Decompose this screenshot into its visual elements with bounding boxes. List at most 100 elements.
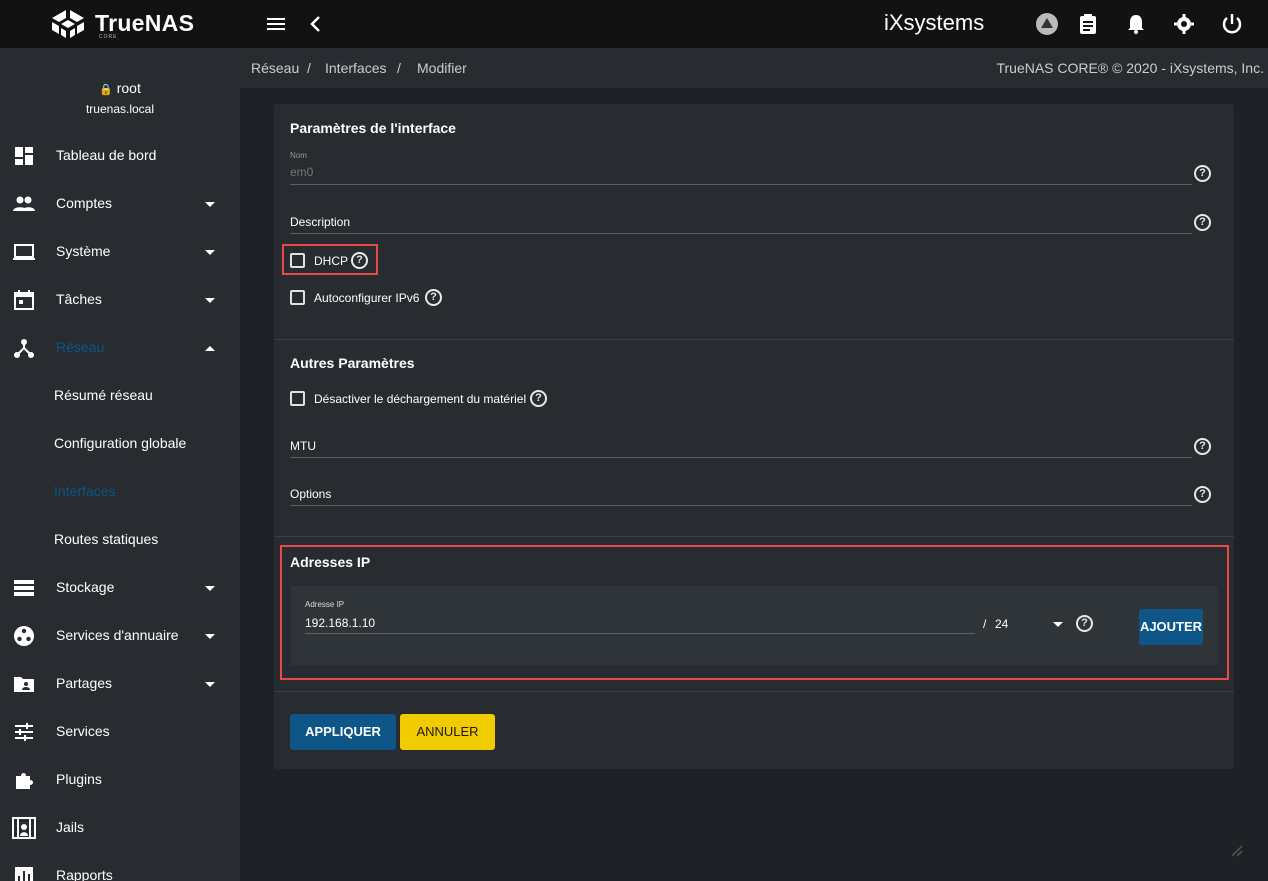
name-underline [290, 184, 1192, 185]
sidebar-item-label: Comptes [56, 195, 113, 211]
menu-icon[interactable] [264, 12, 288, 36]
add-button[interactable]: AJOUTER [1139, 609, 1203, 645]
dhcp-label: DHCP [314, 254, 349, 268]
power-icon[interactable] [1220, 12, 1244, 36]
ip-address-row: Adresse IP 192.168.1.10 / 24 ? AJOUTER [291, 586, 1218, 665]
help-icon[interactable]: ? [1076, 615, 1093, 632]
description-field[interactable]: Description [290, 215, 350, 229]
section-divider [274, 691, 1234, 692]
breadcrumb-separator: / [397, 60, 401, 76]
help-icon[interactable]: ? [425, 289, 442, 306]
interface-form-card: Paramètres de l'interface Nom em0 ? Desc… [274, 104, 1234, 769]
name-field[interactable]: em0 [290, 165, 313, 179]
people-icon [13, 196, 35, 211]
logo-text: TrueNAS [95, 10, 195, 36]
offload-checkbox[interactable] [290, 391, 305, 406]
sidebar-item-label: Interfaces [54, 483, 116, 499]
options-underline [290, 505, 1192, 506]
section-title: Adresses IP [290, 554, 371, 570]
sidebar-item-label: Stockage [56, 579, 115, 595]
ipv6-label: Autoconfigurer IPv6 [314, 291, 420, 305]
cancel-button[interactable]: ANNULER [400, 714, 495, 750]
truenas-logo-icon [52, 10, 84, 38]
sidebar-item-directory-services[interactable]: Services d'annuaire [0, 612, 240, 660]
ipv6-checkbox[interactable] [290, 290, 305, 305]
options-field[interactable]: Options [290, 487, 331, 501]
caret-down-icon [205, 202, 215, 207]
sidebar-item-network[interactable]: Réseau [0, 324, 240, 372]
dhcp-checkbox[interactable] [290, 253, 305, 268]
sidebar-item-label: Tableau de bord [56, 147, 157, 163]
top-bar: TrueNAS CORE iXsystems [0, 0, 1268, 48]
directory-icon [14, 626, 34, 646]
sidebar-item-dashboard[interactable]: Tableau de bord [0, 132, 240, 180]
help-icon[interactable]: ? [1194, 165, 1211, 182]
breadcrumb-item[interactable]: Réseau [251, 60, 299, 76]
sidebar-item-system[interactable]: Système [0, 228, 240, 276]
breadcrumb-separator: / [307, 60, 311, 76]
mtu-underline [290, 457, 1192, 458]
sidebar-item-label: Rapports [56, 867, 113, 881]
name-label: Nom [290, 151, 307, 160]
sidebar-subitem-static-routes[interactable]: Routes statiques [0, 516, 240, 564]
section-title: Autres Paramètres [290, 355, 415, 371]
network-icon [14, 339, 34, 358]
ip-address-input[interactable]: 192.168.1.10 [305, 616, 375, 630]
help-icon[interactable]: ? [530, 390, 547, 407]
sidebar-item-label: Services [56, 723, 110, 739]
help-icon[interactable]: ? [1194, 438, 1211, 455]
caret-up-icon [205, 346, 215, 351]
netmask-separator: / [983, 617, 987, 631]
sidebar-subitem-network-summary[interactable]: Résumé réseau [0, 372, 240, 420]
sidebar-item-services[interactable]: Services [0, 708, 240, 756]
section-title: Paramètres de l'interface [290, 120, 456, 136]
gear-icon[interactable] [1172, 12, 1196, 36]
help-icon[interactable]: ? [1194, 214, 1211, 231]
chevron-left-icon[interactable] [304, 12, 328, 36]
caret-down-icon[interactable] [1053, 622, 1063, 627]
sidebar-item-label: Réseau [56, 339, 105, 355]
caret-down-icon [205, 586, 215, 591]
sidebar-item-reports[interactable]: Rapports [0, 852, 240, 881]
sidebar-item-label: Services d'annuaire [56, 627, 179, 643]
help-icon[interactable]: ? [1194, 486, 1211, 503]
sidebar-item-tasks[interactable]: Tâches [0, 276, 240, 324]
netmask-select[interactable]: 24 [995, 617, 1008, 631]
folder-shared-icon [14, 677, 34, 692]
help-icon[interactable]: ? [351, 252, 368, 269]
breadcrumb-item: Modifier [417, 60, 467, 76]
sidebar-item-plugins[interactable]: Plugins [0, 756, 240, 804]
truecommand-icon[interactable] [1035, 12, 1059, 36]
lock-icon: 🔒 [99, 84, 113, 96]
sidebar-item-label: Jails [56, 819, 85, 835]
caret-down-icon [205, 250, 215, 255]
caret-down-icon [205, 298, 215, 303]
sidebar-item-accounts[interactable]: Comptes [0, 180, 240, 228]
sidebar-item-storage[interactable]: Stockage [0, 564, 240, 612]
truenas-logo[interactable]: TrueNAS CORE [48, 8, 198, 40]
sidebar-subitem-global-config[interactable]: Configuration globale [0, 420, 240, 468]
laptop-icon [13, 244, 35, 260]
sidebar-item-label: Configuration globale [54, 435, 187, 451]
clipboard-icon[interactable] [1076, 12, 1100, 36]
puzzle-icon [16, 773, 33, 789]
hostname: truenas.local [85, 102, 155, 116]
storage-icon [14, 580, 34, 596]
tune-icon [15, 723, 33, 741]
sidebar-item-shares[interactable]: Partages [0, 660, 240, 708]
chart-icon [15, 867, 33, 881]
resize-icon[interactable] [1228, 842, 1244, 858]
breadcrumb-item[interactable]: Interfaces [325, 60, 386, 76]
ip-label: Adresse IP [305, 600, 345, 609]
ip-underline [305, 633, 975, 634]
bell-icon[interactable] [1124, 12, 1148, 36]
sidebar-item-label: Système [56, 243, 111, 259]
mtu-field[interactable]: MTU [290, 439, 316, 453]
ixsystems-logo: iXsystems [884, 10, 984, 36]
sidebar-item-jails[interactable]: Jails [0, 804, 240, 852]
section-divider [274, 339, 1234, 340]
breadcrumb: Réseau / Interfaces / Modifier TrueNAS C… [240, 48, 1268, 88]
sidebar-subitem-interfaces[interactable]: Interfaces [0, 468, 240, 516]
apply-button[interactable]: APPLIQUER [290, 714, 396, 750]
caret-down-icon [205, 682, 215, 687]
